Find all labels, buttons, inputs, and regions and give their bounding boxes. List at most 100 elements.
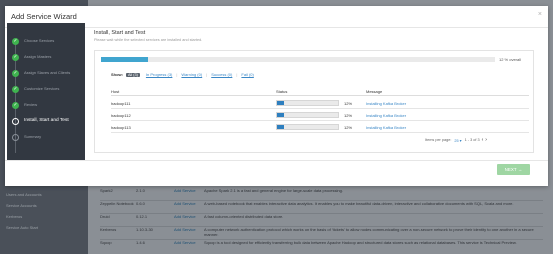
filter-success-link[interactable]: Success (0) (211, 72, 232, 77)
close-icon[interactable]: × (538, 11, 542, 18)
host-name: hadoop113 (111, 125, 131, 130)
step-content-header: Install, Start and Test Please wait whil… (94, 30, 534, 42)
background-service-row: Zeppelin Notebook 0.6.0 Add Service A we… (100, 201, 543, 214)
next-button[interactable]: NEXT → (497, 164, 530, 175)
filter-in-progress-link[interactable]: In Progress (3) (146, 72, 172, 77)
host-progress-percent: 12% (344, 113, 353, 118)
background-sidebar-item: Users and Accounts (6, 192, 42, 197)
table-row: hadoop112 12% Installing Kafka Broker (111, 109, 529, 121)
service-version: 0.12.1 (136, 214, 148, 219)
host-name: hadoop111 (111, 101, 131, 106)
step-label: Review (24, 101, 38, 107)
column-header-host: Host (111, 89, 120, 94)
table-row: hadoop111 12% Installing Kafka Broker (111, 97, 529, 109)
wizard-step-choose-services[interactable]: ✓ Choose Services (12, 36, 80, 46)
service-description: A web-based notebook that enables intera… (204, 201, 514, 206)
pagination: Items per page: 25 ▾ 1 - 3 of 3 ‹ › (425, 137, 487, 143)
background-sidebar-item: Service Auto Start (6, 225, 39, 230)
prev-page-icon[interactable]: ‹ (482, 137, 484, 143)
service-description: Sqoop is a tool designed for efficiently… (204, 240, 517, 245)
overall-progress-label: 12 % overall (499, 57, 522, 62)
service-version: 0.6.0 (136, 201, 145, 206)
background-service-row: Sqoop 1.4.6 Add Service Sqoop is a tool … (100, 240, 543, 253)
modal-footer (5, 160, 548, 186)
service-name: Druid (100, 214, 110, 219)
service-name: Kerberos (100, 227, 117, 232)
service-description: A fast column-oriented distributed data … (204, 214, 284, 219)
host-message-link[interactable]: Installing Kafka Broker (366, 113, 406, 118)
check-icon: ✓ (12, 85, 19, 93)
wizard-step-review[interactable]: ✓ Review (12, 100, 80, 110)
background-service-row: Spark2 2.1.0 Add Service Apache Spark 2.… (100, 188, 543, 201)
service-description: A computer network authentication protoc… (204, 227, 534, 237)
service-version: 1.4.6 (136, 240, 145, 245)
step-label: Summary (24, 133, 42, 139)
host-progress-fill (277, 101, 285, 105)
modal-header: Add Service Wizard × (5, 6, 548, 28)
overall-progress-bar (101, 57, 495, 62)
step-label: Install, Start and Test (24, 117, 69, 123)
overall-progress-fill (101, 57, 149, 62)
host-progress-bar (276, 100, 339, 106)
wizard-step-assign-masters[interactable]: ✓ Assign Masters (12, 52, 80, 62)
wizard-step-install-start-test: Install, Start and Test (12, 116, 80, 126)
check-icon: ✓ (12, 37, 19, 45)
check-icon: ✓ (12, 53, 19, 61)
background-service-row: Druid 0.12.1 Add Service A fast column-o… (100, 214, 543, 227)
add-service-link: Add Service (174, 214, 196, 219)
check-icon: ✓ (12, 101, 19, 109)
step-title: Install, Start and Test (94, 30, 146, 36)
service-description: Apache Spark 2.1 is a fast and general e… (204, 188, 343, 193)
service-version: 2.1.0 (136, 188, 145, 193)
add-service-link: Add Service (174, 188, 196, 193)
service-name: Sqoop (100, 240, 112, 245)
background-service-row: Kerberos 1.10.3-30 Add Service A compute… (100, 227, 543, 240)
background-sidebar-item: Kerberos (6, 214, 23, 219)
items-per-page-label: Items per page: (425, 138, 452, 142)
pagination-range: 1 - 3 of 3 (464, 138, 480, 142)
pending-step-icon (12, 133, 19, 141)
host-progress-fill (277, 125, 285, 129)
filter-all-button[interactable]: All (3) (126, 72, 140, 77)
items-per-page-select[interactable]: 25 ▾ (454, 138, 461, 143)
filter-separator: | (236, 72, 238, 77)
service-name: Spark2 (100, 188, 113, 193)
background-sidebar-item: Service Accounts (6, 203, 37, 208)
current-step-icon (12, 117, 19, 125)
host-progress-percent: 12% (344, 125, 353, 130)
host-progress-bar (276, 112, 339, 118)
step-label: Choose Services (24, 37, 55, 43)
host-status-filters: Show: All (3) In Progress (3) | Warning … (111, 71, 258, 78)
items-per-page-value: 25 (454, 138, 459, 143)
install-progress-panel: 12 % overall Show: All (3) In Progress (… (94, 50, 534, 153)
hosts-table-header: Host Status Message (111, 88, 529, 96)
host-name: hadoop112 (111, 113, 131, 118)
wizard-step-customize-services[interactable]: ✓ Customize Services (12, 84, 80, 94)
next-page-icon[interactable]: › (485, 137, 487, 143)
modal-title: Add Service Wizard (11, 12, 77, 21)
filter-separator: | (176, 72, 178, 77)
step-label: Assign Masters (24, 53, 52, 59)
table-row: hadoop113 12% Installing Kafka Broker (111, 121, 529, 133)
host-progress-bar (276, 124, 339, 130)
filter-fail-link[interactable]: Fail (0) (241, 72, 253, 77)
add-service-link: Add Service (174, 240, 196, 245)
step-label: Customize Services (24, 85, 60, 91)
service-version: 1.10.3-30 (136, 227, 153, 232)
add-service-link: Add Service (174, 227, 196, 232)
host-progress-fill (277, 113, 285, 117)
host-progress-percent: 12% (344, 101, 353, 106)
host-message-link[interactable]: Installing Kafka Broker (366, 101, 406, 106)
step-subtitle: Please wait while the selected services … (94, 38, 203, 42)
column-header-message: Message (366, 89, 383, 94)
check-icon: ✓ (12, 69, 19, 77)
host-message-link[interactable]: Installing Kafka Broker (366, 125, 406, 130)
filter-warning-link[interactable]: Warning (0) (181, 72, 202, 77)
wizard-step-summary: Summary (12, 132, 80, 142)
service-name: Zeppelin Notebook (100, 201, 134, 206)
step-label: Assign Slaves and Clients (24, 69, 71, 75)
show-label: Show: (111, 72, 123, 77)
filter-separator: | (206, 72, 208, 77)
wizard-step-assign-slaves[interactable]: ✓ Assign Slaves and Clients (12, 68, 80, 78)
add-service-link: Add Service (174, 201, 196, 206)
